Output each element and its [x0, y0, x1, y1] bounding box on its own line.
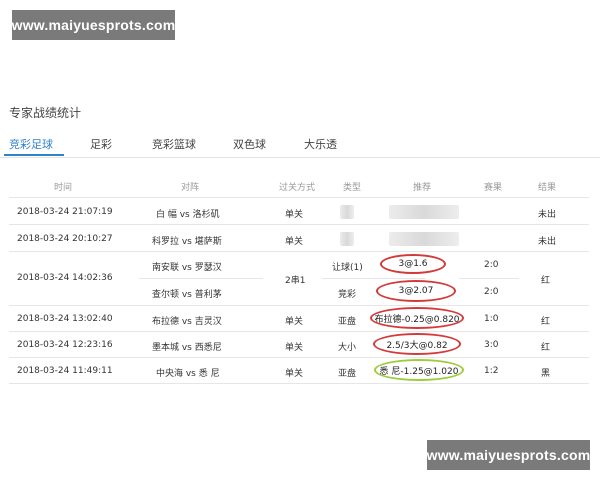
row4-match: 布拉德 vs 吉灵汉 [152, 317, 222, 327]
row5-type: 大小 [338, 343, 357, 353]
row5-pick: 2.5/3大@0.82 [373, 333, 461, 355]
row5-time: 2018-03-24 12:23:16 [17, 340, 113, 350]
row-divider [9, 383, 589, 384]
row-divider [9, 331, 589, 332]
row3a-match: 南安联 vs 罗瑟汉 [152, 263, 222, 273]
row3b-match: 查尔顿 vs 普利茅 [152, 290, 222, 300]
row6-match: 中央海 vs 悉 尼 [156, 369, 220, 379]
header-time: 时间 [54, 183, 73, 193]
page-title: 专家战绩统计 [9, 106, 82, 120]
header-match: 对阵 [181, 183, 200, 193]
tab-daletou[interactable]: 大乐透 [304, 136, 337, 152]
row6-type: 亚盘 [338, 369, 357, 379]
row3a-type: 让球(1) [332, 263, 363, 273]
row4-time: 2018-03-24 13:02:40 [17, 314, 113, 324]
tabs-divider [0, 157, 600, 158]
row-divider [9, 305, 589, 306]
row4-result: 红 [541, 317, 551, 327]
row2-result: 未出 [538, 237, 557, 247]
row3b-type: 竞彩 [338, 290, 357, 300]
row4-score: 1:0 [484, 314, 499, 324]
tab-jingcai-basketball[interactable]: 竞彩篮球 [152, 136, 196, 152]
row3a-pick: 3@1.6 [380, 254, 446, 274]
row4-pick: 布拉德-0.25@0.820 [370, 307, 464, 329]
row-divider [9, 197, 589, 198]
row6-mode: 单关 [285, 369, 304, 379]
row-divider [9, 224, 589, 225]
watermark-bottom: www.maiyuesprots.com [427, 440, 590, 470]
row1-mode: 单关 [285, 210, 304, 220]
header-type: 类型 [343, 183, 362, 193]
row-divider [139, 278, 263, 279]
row6-score: 1:2 [484, 366, 499, 376]
active-tab-indicator [4, 154, 64, 156]
tab-jingcai-football[interactable]: 竞彩足球 [9, 136, 53, 152]
row5-match: 墨本城 vs 西悉尼 [152, 343, 222, 353]
row4-type: 亚盘 [338, 317, 357, 327]
row5-mode: 单关 [285, 343, 304, 353]
row2-mode: 单关 [285, 237, 304, 247]
row3b-pick: 3@2.07 [376, 280, 456, 302]
row6-pick: 悉 尼-1.25@1.020 [374, 359, 464, 381]
row3b-score: 2:0 [484, 287, 499, 297]
row1-match: 白 幅 vs 洛杉矶 [156, 210, 220, 220]
header-mode: 过关方式 [279, 183, 316, 193]
row1-result: 未出 [538, 210, 557, 220]
tab-bar: 竞彩足球 足彩 竞彩篮球 双色球 大乐透 [0, 128, 600, 158]
row3-result: 红 [541, 276, 551, 286]
row-divider [459, 278, 519, 279]
row3-mode: 2串1 [285, 276, 306, 286]
row2-time: 2018-03-24 20:10:27 [17, 234, 113, 244]
row1-pick-blurred [389, 205, 459, 219]
header-pick: 推荐 [413, 183, 432, 193]
row3a-score: 2:0 [484, 260, 499, 270]
row2-pick-blurred [389, 232, 459, 246]
row1-time: 2018-03-24 21:07:19 [17, 207, 113, 217]
row5-result: 红 [541, 343, 551, 353]
tab-shuangseqiu[interactable]: 双色球 [233, 136, 266, 152]
tab-zucai[interactable]: 足彩 [90, 136, 112, 152]
row-divider [9, 251, 589, 252]
row6-result: 黑 [541, 369, 551, 379]
row2-match: 科罗拉 vs 堪萨斯 [152, 237, 222, 247]
row2-type-blurred [340, 232, 354, 246]
row4-mode: 单关 [285, 317, 304, 327]
header-score: 赛果 [484, 183, 503, 193]
row6-time: 2018-03-24 11:49:11 [17, 366, 113, 376]
row5-score: 3:0 [484, 340, 499, 350]
header-result: 结果 [538, 183, 557, 193]
row-divider [9, 357, 589, 358]
row3-time: 2018-03-24 14:02:36 [17, 273, 113, 283]
row-divider [322, 278, 425, 279]
watermark-top: www.maiyuesprots.com [12, 10, 175, 40]
row1-type-blurred [340, 205, 354, 219]
